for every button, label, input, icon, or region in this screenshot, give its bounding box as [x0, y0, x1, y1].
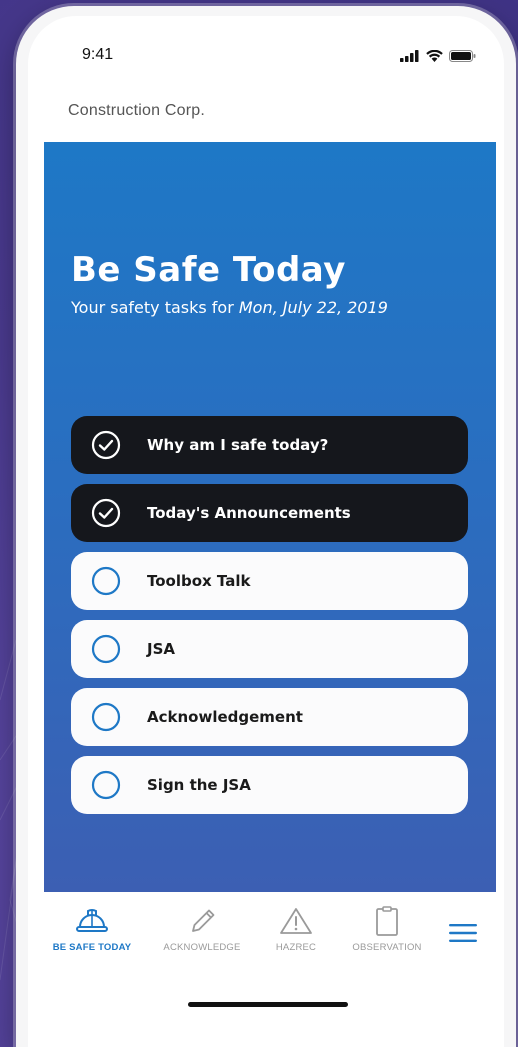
task-item-why-safe[interactable]: Why am I safe today?: [71, 416, 468, 474]
status-time: 9:41: [82, 46, 114, 63]
tab-be-safe-today[interactable]: BE SAFE TODAY: [42, 906, 142, 953]
task-list: Why am I safe today? Today's Announcemen…: [71, 416, 468, 814]
task-label: JSA: [147, 640, 175, 658]
clipboard-icon: [376, 906, 398, 936]
hamburger-menu-icon[interactable]: [448, 922, 478, 944]
tab-label: BE SAFE TODAY: [52, 942, 132, 953]
pencil-icon: [192, 909, 215, 932]
hard-hat-icon: [76, 909, 108, 932]
empty-circle-icon: [91, 702, 121, 732]
wifi-icon: [426, 50, 443, 62]
empty-circle-icon: [91, 566, 121, 596]
status-bar: 9:41: [28, 16, 504, 96]
home-indicator[interactable]: [188, 1002, 348, 1007]
tab-label: ACKNOWLEDGE: [163, 942, 241, 953]
task-label: Sign the JSA: [147, 776, 251, 794]
task-label: Acknowledgement: [147, 708, 303, 726]
tab-acknowledge[interactable]: ACKNOWLEDGE: [152, 906, 252, 953]
check-circle-icon: [91, 498, 121, 528]
check-circle-icon: [91, 430, 121, 460]
tab-hazrec[interactable]: HAZREC: [246, 906, 346, 953]
tab-label: OBSERVATION: [352, 942, 422, 953]
task-label: Today's Announcements: [147, 504, 351, 522]
task-item-sign-jsa[interactable]: Sign the JSA: [71, 756, 468, 814]
page-title: Be Safe Today: [71, 250, 346, 290]
signal-icon: [400, 50, 419, 62]
tab-label: HAZREC: [275, 942, 317, 953]
phone-frame: 9:41 Construction Corp. Be Safe Today Yo…: [16, 6, 516, 1047]
app-screen: 9:41 Construction Corp. Be Safe Today Yo…: [28, 16, 504, 1047]
empty-circle-icon: [91, 770, 121, 800]
hero-panel: Be Safe Today Your safety tasks for Mon,…: [44, 142, 496, 892]
task-item-jsa[interactable]: JSA: [71, 620, 468, 678]
tab-observation[interactable]: OBSERVATION: [337, 906, 437, 953]
page-subtitle: Your safety tasks for Mon, July 22, 2019: [71, 298, 388, 317]
subtitle-date: Mon, July 22, 2019: [238, 298, 388, 317]
task-label: Toolbox Talk: [147, 572, 251, 590]
company-name: Construction Corp.: [68, 102, 205, 119]
task-item-toolbox-talk[interactable]: Toolbox Talk: [71, 552, 468, 610]
warning-icon: [280, 908, 312, 934]
task-item-acknowledgement[interactable]: Acknowledgement: [71, 688, 468, 746]
empty-circle-icon: [91, 634, 121, 664]
bottom-tab-bar: BE SAFE TODAY ACKNOWLEDGE HAZREC OBSERVA…: [28, 892, 504, 1047]
battery-icon: [449, 50, 476, 62]
status-icons: [400, 50, 476, 62]
task-label: Why am I safe today?: [147, 436, 329, 454]
subtitle-prefix: Your safety tasks for: [71, 298, 239, 317]
task-item-announcements[interactable]: Today's Announcements: [71, 484, 468, 542]
